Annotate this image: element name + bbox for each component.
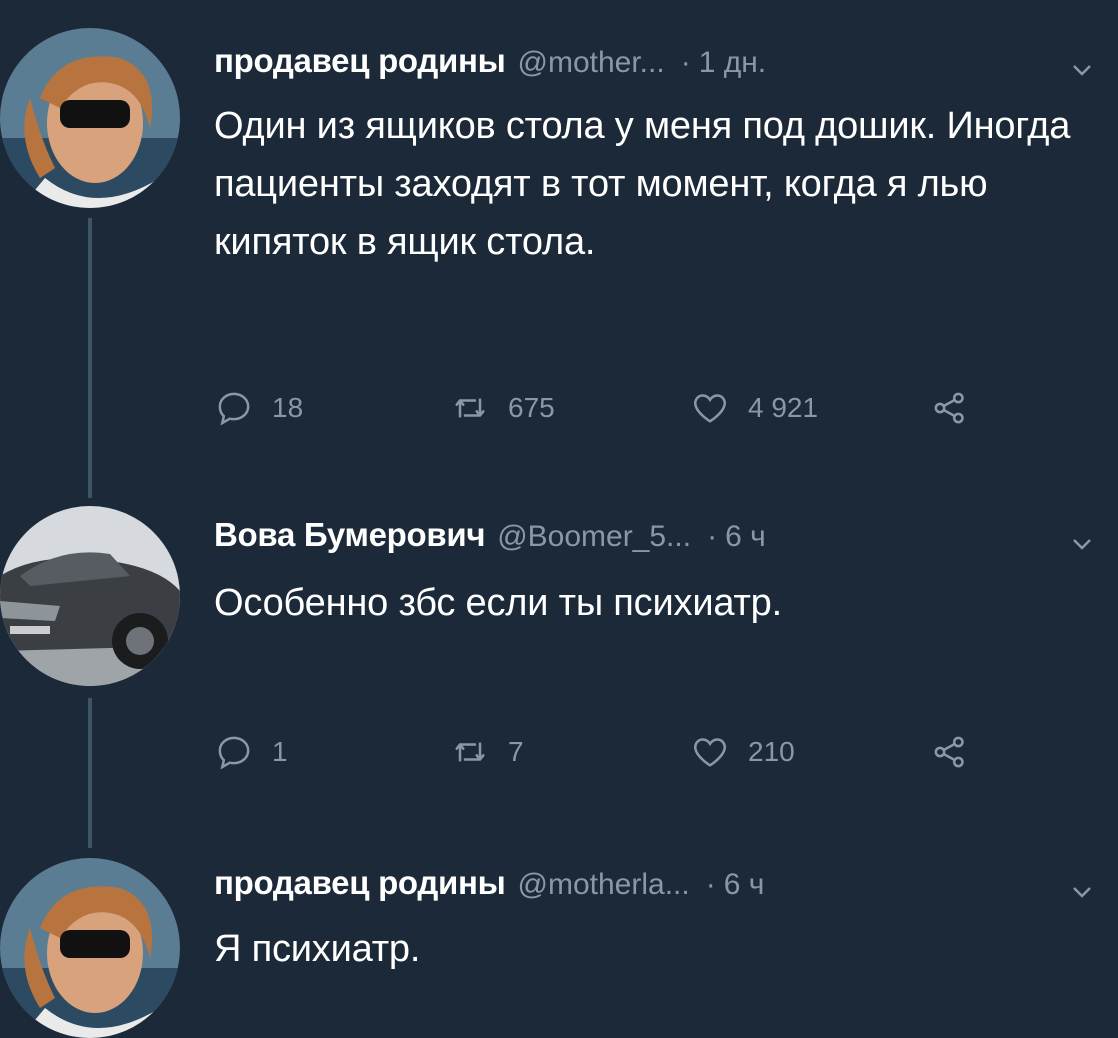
- like-button[interactable]: 4 921: [690, 386, 818, 430]
- username[interactable]: @motherla...: [518, 868, 690, 902]
- retweet-icon: [455, 398, 485, 418]
- thread-line: [88, 698, 92, 848]
- reply-button[interactable]: 1: [214, 730, 288, 774]
- thread-line: [88, 218, 92, 498]
- tweet-actions: 18 675 4 921: [214, 386, 1014, 430]
- retweet-button[interactable]: 675: [450, 386, 555, 430]
- tweet-header: Вова Бумерович @Boomer_5... · 6 ч: [214, 516, 766, 566]
- heart-icon: [694, 394, 726, 423]
- tweet-header: продавец родины @mother... · 1 дн.: [214, 42, 766, 92]
- like-button[interactable]: 210: [690, 730, 795, 774]
- share-button[interactable]: [930, 386, 970, 430]
- avatar-image: [0, 858, 180, 1038]
- timestamp[interactable]: 6 ч: [724, 868, 765, 902]
- display-name[interactable]: Вова Бумерович: [214, 516, 485, 554]
- retweet-count: 675: [508, 392, 555, 423]
- share-icon: [934, 392, 964, 424]
- avatar-image: [0, 28, 180, 208]
- username[interactable]: @mother...: [518, 46, 665, 80]
- display-name[interactable]: продавец родины: [214, 42, 506, 80]
- avatar[interactable]: [0, 858, 180, 1038]
- chevron-down-icon[interactable]: [1070, 880, 1094, 904]
- chevron-down-icon[interactable]: [1070, 532, 1094, 556]
- tweet-header: продавец родины @motherla... · 6 ч: [214, 864, 764, 914]
- display-name[interactable]: продавец родины: [214, 864, 506, 902]
- avatar[interactable]: [0, 28, 180, 208]
- separator: ·: [705, 868, 716, 901]
- like-count: 210: [748, 736, 795, 767]
- tweet-text: Особенно збс если ты психиатр.: [214, 582, 782, 624]
- tweet-text: Я психиатр.: [214, 928, 421, 970]
- username[interactable]: @Boomer_5...: [497, 520, 691, 554]
- share-icon: [934, 736, 964, 768]
- like-count: 4 921: [748, 392, 819, 423]
- retweet-button[interactable]: 7: [450, 730, 524, 774]
- reply-icon: [218, 736, 250, 770]
- reply-icon: [218, 392, 250, 426]
- avatar-image: [0, 506, 180, 686]
- heart-icon: [694, 738, 726, 767]
- reply-count: 1: [272, 736, 288, 767]
- avatar[interactable]: [0, 506, 180, 686]
- tweet-text: Один из ящиков стола у меня под дошик. И…: [214, 105, 1071, 263]
- reply-button[interactable]: 18: [214, 386, 303, 430]
- timestamp[interactable]: 6 ч: [725, 520, 766, 554]
- separator: ·: [680, 46, 691, 79]
- retweet-count: 7: [508, 736, 524, 767]
- reply-count: 18: [272, 392, 304, 423]
- retweet-icon: [455, 742, 485, 762]
- chevron-down-icon[interactable]: [1070, 58, 1094, 82]
- tweet-actions: 1 7 210: [214, 730, 1014, 774]
- timestamp[interactable]: 1 дн.: [699, 46, 766, 80]
- separator: ·: [707, 520, 718, 553]
- share-button[interactable]: [930, 730, 970, 774]
